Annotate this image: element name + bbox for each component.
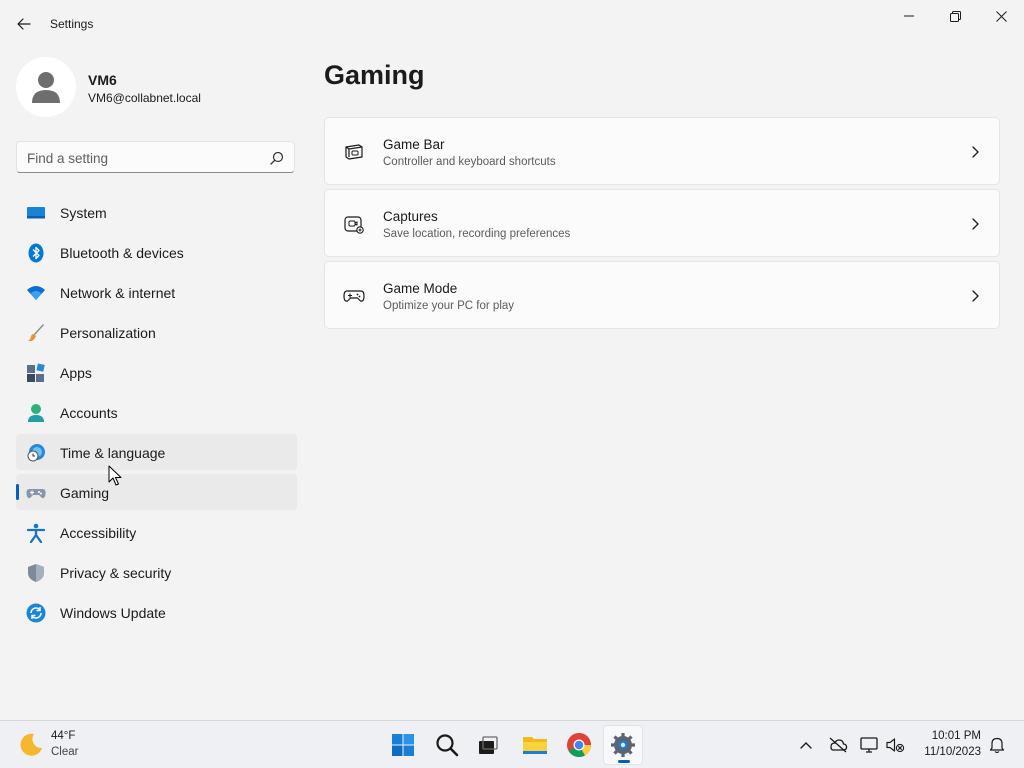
chevron-right-icon <box>972 146 979 158</box>
restore-icon <box>949 10 961 22</box>
shield-icon <box>28 564 44 582</box>
bluetooth-icon <box>28 243 44 263</box>
wifi-icon <box>27 286 45 300</box>
game-mode-card[interactable]: Game Mode Optimize your PC for play <box>324 261 1000 329</box>
weather-condition: Clear <box>51 746 79 758</box>
sidebar-item-apps[interactable]: Apps <box>16 354 297 390</box>
sidebar-item-accounts[interactable]: Accounts <box>16 394 297 430</box>
file-explorer-button[interactable] <box>515 725 555 765</box>
card-description: Save location, recording preferences <box>383 228 571 240</box>
clock-date: 11/10/2023 <box>924 746 981 758</box>
sidebar-item-time-language[interactable]: Time & language <box>16 434 297 470</box>
sidebar-item-bluetooth[interactable]: Bluetooth & devices <box>16 234 297 270</box>
card-title: Game Mode <box>383 281 458 296</box>
sidebar-item-label: Time & language <box>60 445 166 461</box>
title-bar: Settings <box>0 0 1024 48</box>
search-input[interactable] <box>27 148 267 168</box>
search-box[interactable] <box>16 141 295 173</box>
back-button[interactable] <box>10 10 38 38</box>
captures-card[interactable]: Captures Save location, recording prefer… <box>324 189 1000 257</box>
avatar[interactable] <box>16 57 76 117</box>
accessibility-icon <box>26 523 46 543</box>
show-hidden-icons-button[interactable] <box>794 733 818 757</box>
chrome-icon <box>567 733 591 758</box>
chrome-button[interactable] <box>559 725 599 765</box>
capture-icon <box>344 216 364 234</box>
maximize-button[interactable] <box>932 0 978 32</box>
sidebar-item-label: Bluetooth & devices <box>60 245 184 261</box>
network-icon <box>860 737 878 753</box>
chevron-right-icon <box>972 218 979 230</box>
app-title: Settings <box>50 17 94 31</box>
weather-temperature: 44°F <box>51 730 76 742</box>
user-name: VM6 <box>88 72 117 88</box>
task-view-button[interactable] <box>468 725 508 765</box>
chevron-up-icon <box>800 742 812 749</box>
card-title: Game Bar <box>383 137 445 152</box>
game-bar-icon <box>345 144 363 160</box>
back-arrow-icon <box>17 18 31 30</box>
active-app-indicator <box>618 760 630 763</box>
gamepad-icon <box>26 489 46 499</box>
speaker-muted-icon <box>886 738 905 753</box>
moon-icon <box>20 733 42 756</box>
close-button[interactable] <box>978 0 1024 32</box>
start-button[interactable] <box>383 725 423 765</box>
page-title: Gaming <box>324 60 425 90</box>
settings-taskbar-button[interactable] <box>603 725 643 765</box>
globe-clock-icon <box>27 444 45 462</box>
sidebar-item-label: Privacy & security <box>60 565 172 581</box>
minimize-icon <box>904 15 914 17</box>
sidebar-item-label: Network & internet <box>60 285 176 301</box>
sidebar-item-label: Accounts <box>60 405 118 421</box>
search-icon <box>270 151 284 165</box>
card-description: Controller and keyboard shortcuts <box>383 156 556 168</box>
mouse-cursor-icon <box>108 465 122 486</box>
card-title: Captures <box>383 209 438 224</box>
system-icon <box>27 207 45 219</box>
gear-icon <box>611 733 635 757</box>
sidebar-item-label: System <box>60 205 107 221</box>
sidebar-item-label: Personalization <box>60 325 156 341</box>
brush-icon <box>28 324 44 342</box>
sidebar-item-windows-update[interactable]: Windows Update <box>16 594 297 630</box>
sidebar-item-label: Apps <box>60 365 92 381</box>
search-icon <box>436 734 459 757</box>
sidebar-item-network[interactable]: Network & internet <box>16 274 297 310</box>
volume-button[interactable] <box>883 733 907 757</box>
onedrive-status-button[interactable] <box>826 733 850 757</box>
sidebar-item-personalization[interactable]: Personalization <box>16 314 297 350</box>
notifications-button[interactable] <box>985 733 1009 757</box>
taskbar: 44°F Clear 10:01 PM 11/10/2023 <box>0 720 1024 768</box>
sidebar-item-privacy[interactable]: Privacy & security <box>16 554 297 590</box>
network-status-button[interactable] <box>857 733 881 757</box>
windows-logo-icon <box>392 734 414 756</box>
sidebar-nav: System Bluetooth & devices Network & int… <box>16 194 297 634</box>
apps-icon <box>27 363 45 382</box>
update-icon <box>26 603 46 623</box>
sidebar-item-accessibility[interactable]: Accessibility <box>16 514 297 550</box>
card-description: Optimize your PC for play <box>383 300 515 312</box>
selection-indicator <box>16 484 19 500</box>
close-icon <box>995 10 1007 22</box>
sidebar-item-label: Gaming <box>60 485 110 501</box>
sidebar-item-gaming[interactable]: Gaming <box>16 474 297 510</box>
sidebar-item-label: Windows Update <box>60 605 166 621</box>
sidebar-item-system[interactable]: System <box>16 194 297 230</box>
minimize-button[interactable] <box>886 0 932 32</box>
accounts-icon <box>28 404 44 422</box>
clock-time: 10:01 PM <box>931 730 981 742</box>
folder-icon <box>523 737 547 754</box>
bell-icon <box>989 737 1005 754</box>
chevron-right-icon <box>972 290 979 302</box>
sidebar-item-label: Accessibility <box>60 525 137 541</box>
user-icon <box>32 72 60 103</box>
game-mode-icon <box>343 290 365 302</box>
cloud-off-icon <box>829 737 848 753</box>
task-view-icon <box>479 736 498 754</box>
user-email: VM6@collabnet.local <box>88 91 201 105</box>
game-bar-card[interactable]: Game Bar Controller and keyboard shortcu… <box>324 117 1000 185</box>
taskbar-search-button[interactable] <box>427 725 467 765</box>
